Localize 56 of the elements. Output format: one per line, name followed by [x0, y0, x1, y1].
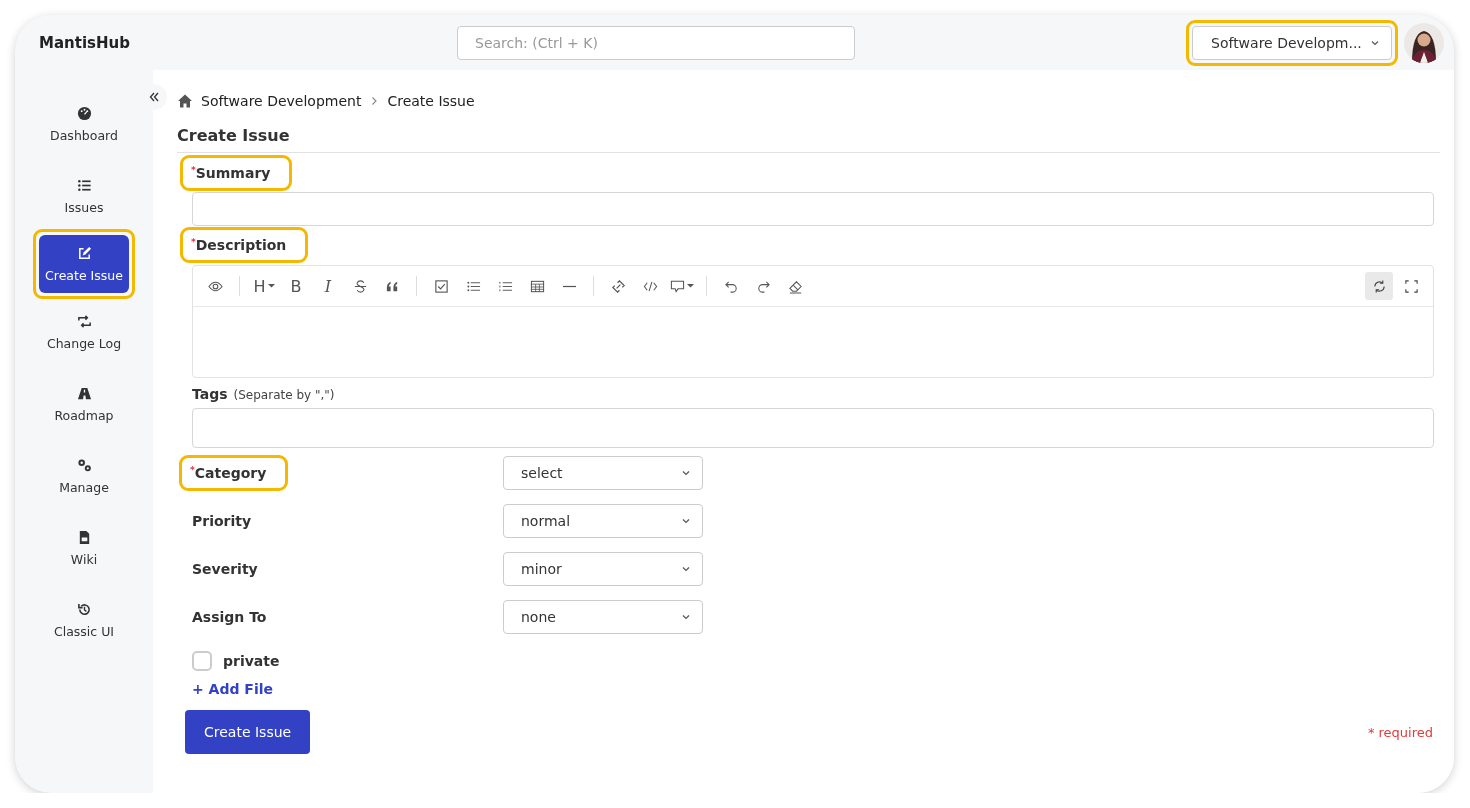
field-label: Tags: [192, 386, 228, 402]
home-icon: [177, 93, 193, 109]
edit-icon: [76, 245, 92, 261]
add-file-link[interactable]: + Add File: [192, 681, 273, 697]
sidebar-item[interactable]: Wiki: [39, 519, 129, 577]
history-icon: [76, 601, 92, 617]
select-dropdown[interactable]: select: [503, 456, 703, 490]
field-label: $^{*}$Category: [189, 464, 268, 483]
swap-arrows-icon: [76, 313, 92, 329]
horizontal-rule-icon: [561, 284, 577, 288]
select-dropdown[interactable]: minor: [503, 552, 703, 586]
speech-bubble-icon: [670, 278, 685, 294]
avatar: [1404, 22, 1444, 63]
toolbar-button[interactable]: [1365, 272, 1393, 300]
toolbar-button[interactable]: H: [250, 272, 278, 300]
field-label: Severity: [191, 560, 259, 579]
checkbox-label: private: [223, 653, 280, 669]
editor-field[interactable]: H B I: [192, 265, 1434, 378]
field-label: Priority: [191, 512, 253, 531]
field-label: $^{*}$Summary: [190, 164, 272, 183]
toolbar-button[interactable]: I: [314, 272, 342, 300]
field-label: $^{*}$Description: [190, 236, 288, 255]
strikethrough-icon: [352, 278, 368, 294]
dashboard-icon: [76, 105, 92, 121]
table-icon: [529, 278, 545, 294]
select-dropdown[interactable]: none: [503, 600, 703, 634]
link-icon: [610, 278, 626, 294]
sidebar-item[interactable]: Manage: [39, 447, 129, 505]
sync-icon: [1371, 278, 1387, 294]
double-chevron-left-icon: [148, 91, 160, 103]
toolbar-button[interactable]: B: [282, 272, 310, 300]
required-note: * required: [1367, 724, 1433, 740]
hint-text: (Separate by ","): [233, 388, 335, 402]
eraser-icon: [787, 278, 803, 294]
search-field[interactable]: Search: (Ctrl + K): [457, 25, 855, 60]
checkbox-icon: [433, 278, 449, 294]
page-title: Create Issue: [177, 110, 1440, 153]
breadcrumb-link[interactable]: Software Development: [201, 93, 362, 109]
tags-field[interactable]: [192, 408, 1434, 448]
sidebar-item[interactable]: Change Log: [39, 303, 129, 361]
summary-field[interactable]: [192, 192, 1434, 226]
create-issue-button[interactable]: Create Issue: [185, 710, 311, 754]
app-title: MantisHub: [39, 33, 131, 52]
road-icon: [76, 385, 92, 401]
sidebar-item[interactable]: Dashboard: [39, 95, 129, 153]
checkbox[interactable]: [192, 651, 212, 671]
project-select[interactable]: Software Developm...: [1192, 25, 1392, 60]
breadcrumb-item: Create Issue: [387, 93, 475, 109]
field-label: Assign To: [191, 608, 268, 627]
sidebar-item[interactable]: Roadmap: [39, 375, 129, 433]
sidebar-item[interactable]: Create Issue: [39, 235, 129, 293]
sidebar-item[interactable]: Issues: [39, 167, 129, 225]
select-dropdown[interactable]: normal: [503, 504, 703, 538]
list-icon: [76, 177, 92, 193]
fullscreen-icon: [1403, 278, 1419, 294]
sidebar-item[interactable]: Classic UI: [39, 591, 129, 649]
